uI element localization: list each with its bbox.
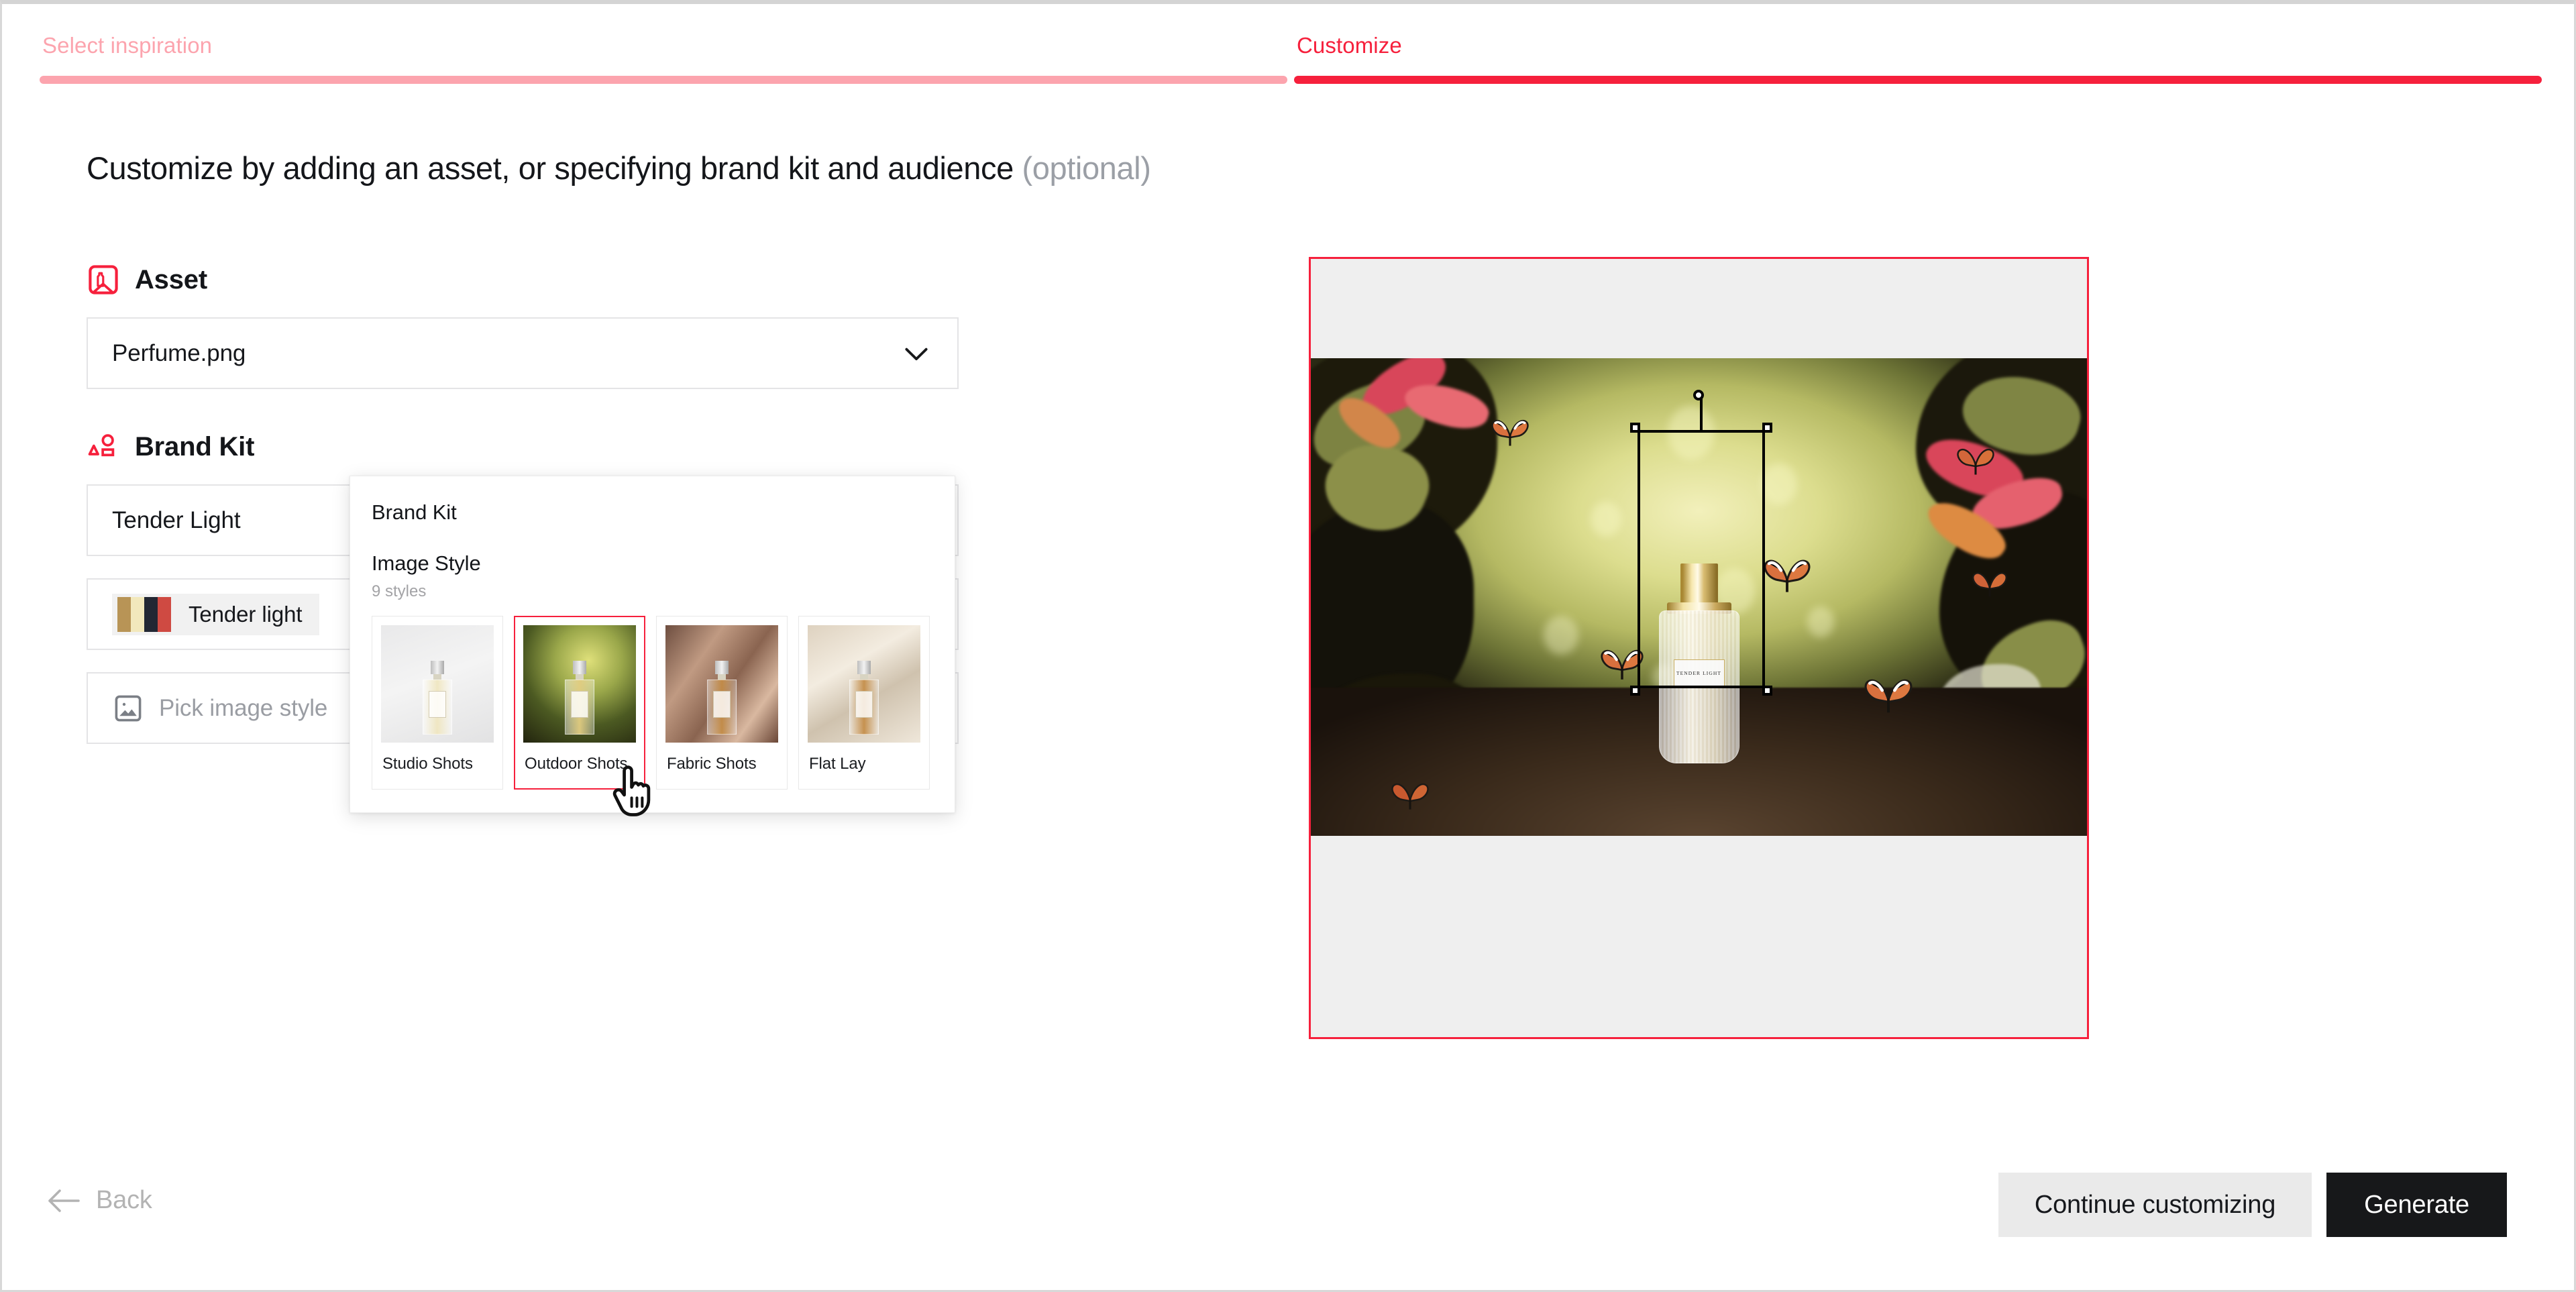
step-label: Select inspiration	[42, 33, 213, 58]
asset-select[interactable]: Perfume.png	[87, 317, 959, 389]
generate-button[interactable]: Generate	[2326, 1173, 2507, 1237]
style-card-label: Fabric Shots	[667, 755, 757, 773]
resize-handle-top-left[interactable]	[1630, 423, 1640, 433]
thumbnail-bottle	[849, 661, 879, 735]
style-thumbnail	[808, 625, 920, 743]
page-title-optional: (optional)	[1022, 150, 1151, 186]
palette-label: Tender light	[189, 601, 303, 627]
asset-select-value: Perfume.png	[112, 339, 246, 366]
selection-overlay[interactable]	[1630, 390, 1772, 696]
swatch-1	[117, 596, 131, 632]
asset-bottle-image-icon	[89, 265, 118, 294]
back-button[interactable]: Back	[46, 1186, 152, 1215]
step-select-inspiration[interactable]: Select inspiration	[40, 32, 1287, 84]
image-style-grid: Studio Shots Outdoor Shots Fabric Shots …	[372, 616, 933, 790]
image-icon	[115, 695, 142, 721]
brand-kit-section-header: Brand Kit	[87, 427, 959, 466]
step-label: Customize	[1297, 33, 1402, 58]
swatch-4	[158, 596, 171, 632]
butterfly-icon	[1491, 420, 1529, 446]
popup-section-label: Image Style	[372, 551, 481, 575]
butterfly-icon	[1972, 572, 2008, 597]
brand-shapes-icon	[88, 434, 115, 457]
style-card-label: Studio Shots	[382, 755, 473, 773]
thumbnail-bottle	[423, 661, 452, 735]
style-card-label: Outdoor Shots	[525, 755, 628, 773]
brand-kit-popup: Brand Kit Image Style 9 styles Studio Sh…	[350, 476, 955, 813]
preview-bottom-band	[1311, 899, 2087, 1037]
thumbnail-bottle	[707, 661, 737, 735]
chevron-down-icon[interactable]	[898, 335, 934, 372]
butterfly-icon	[1865, 679, 1913, 713]
rotate-handle[interactable]	[1693, 390, 1704, 400]
preview-top-band	[1311, 259, 2087, 358]
palette-pill: Tender light	[112, 593, 320, 635]
style-card-fabric-shots[interactable]: Fabric Shots	[656, 616, 788, 790]
step-customize[interactable]: Customize	[1294, 32, 2542, 84]
butterfly-icon	[1391, 783, 1429, 810]
swatch-3	[144, 596, 158, 632]
page-title: Customize by adding an asset, or specify…	[87, 148, 1151, 189]
asset-section-header: Asset	[87, 260, 959, 299]
popup-title: Brand Kit	[372, 500, 457, 524]
resize-handle-bottom-left[interactable]	[1630, 686, 1640, 696]
swatch-2	[131, 596, 144, 632]
palette-swatches	[117, 596, 171, 632]
style-card-label: Flat Lay	[809, 755, 866, 773]
popup-style-count: 9 styles	[372, 582, 427, 600]
style-card-flat-lay[interactable]: Flat Lay	[798, 616, 930, 790]
style-thumbnail	[665, 625, 778, 743]
resize-handle-top-right[interactable]	[1762, 423, 1772, 433]
footer-actions: Continue customizing Generate	[1998, 1173, 2507, 1237]
butterfly-icon	[1957, 449, 1995, 475]
step-progress-bar	[40, 76, 1287, 84]
style-card-studio-shots[interactable]: Studio Shots	[372, 616, 503, 790]
style-thumbnail	[381, 625, 494, 743]
customize-screen: Select inspiration Customize Customize b…	[0, 0, 2576, 1292]
step-progress-bar	[1294, 76, 2542, 84]
page-title-main: Customize by adding an asset, or specify…	[87, 150, 1014, 186]
image-preview-canvas[interactable]: TENDER LIGHT	[1309, 257, 2089, 1039]
back-button-label: Back	[96, 1186, 152, 1214]
continue-customizing-button[interactable]: Continue customizing	[1998, 1173, 2312, 1237]
arrow-left-icon	[48, 1189, 80, 1212]
style-card-outdoor-shots[interactable]: Outdoor Shots	[514, 616, 645, 790]
resize-handle-bottom-right[interactable]	[1762, 686, 1772, 696]
style-thumbnail	[523, 625, 636, 743]
thumbnail-bottle	[565, 661, 594, 735]
asset-section-title: Asset	[135, 264, 207, 294]
butterfly-icon	[1764, 559, 1811, 592]
progress-stepper: Select inspiration Customize	[40, 32, 2542, 84]
brand-kit-section-title: Brand Kit	[135, 431, 255, 462]
